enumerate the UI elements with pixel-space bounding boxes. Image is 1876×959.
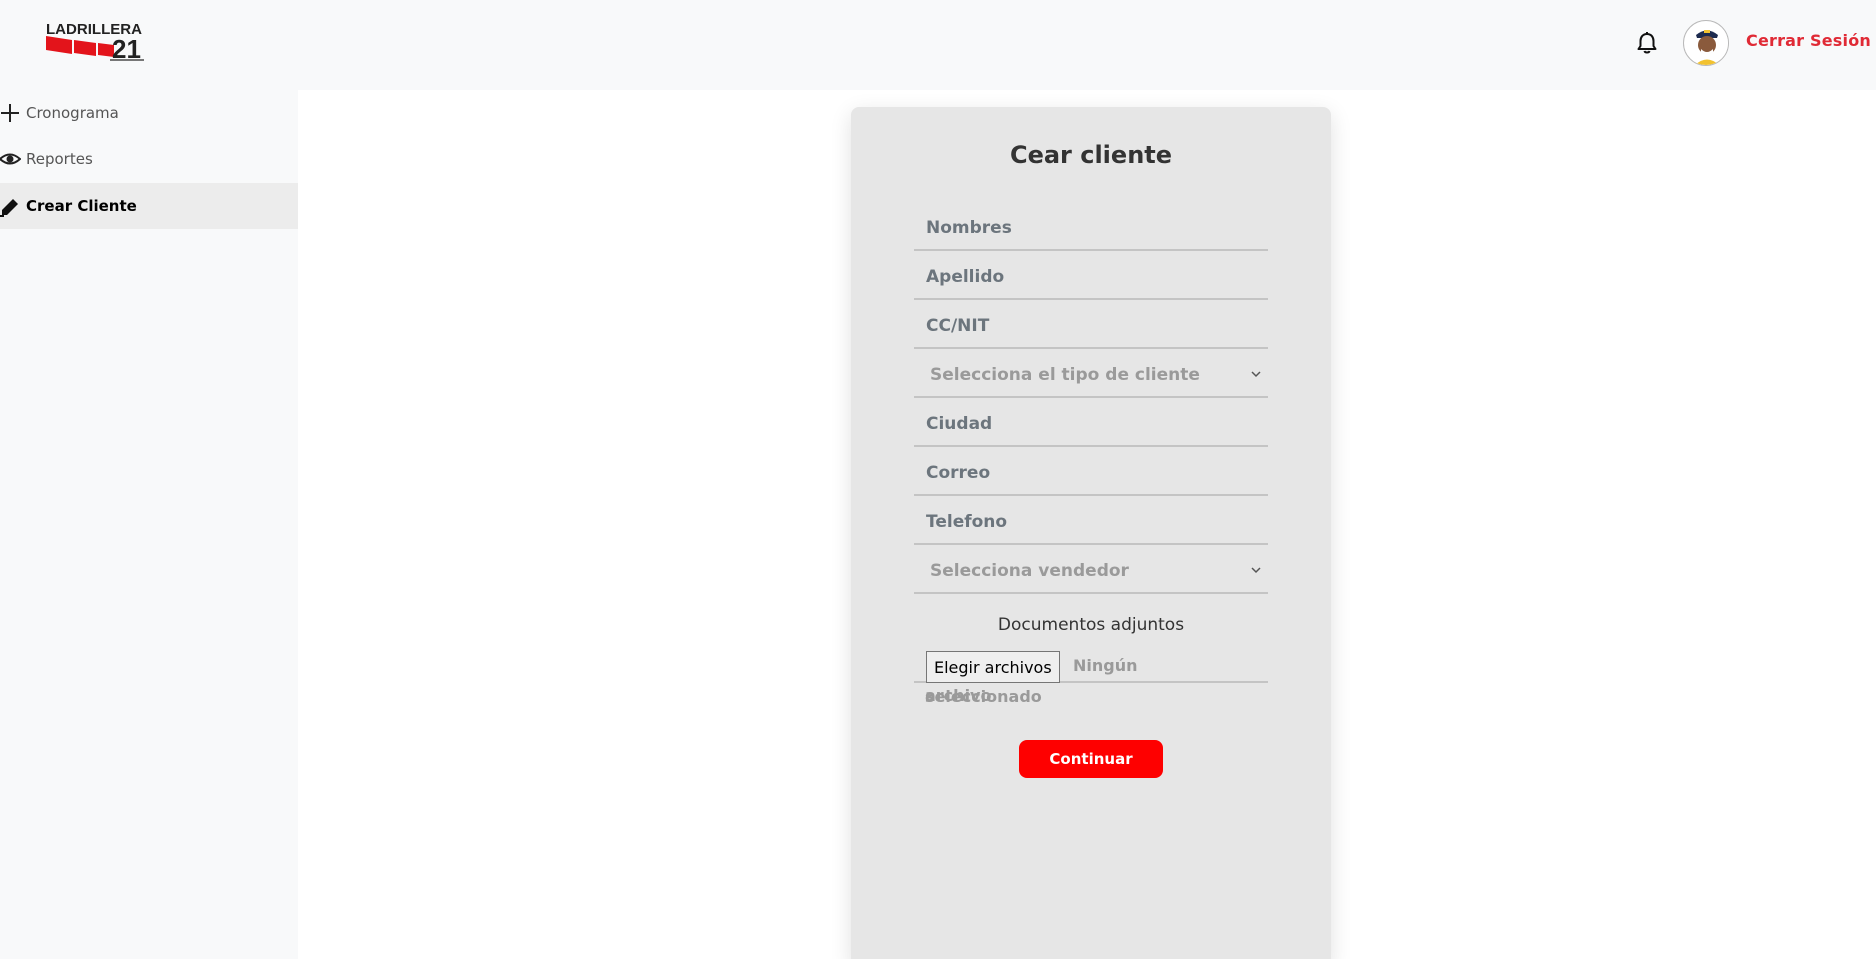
cc-nit-placeholder: CC/NIT — [926, 316, 990, 336]
ciudad-field[interactable]: Ciudad — [914, 399, 1268, 447]
file-status-line2: seleccionado — [925, 687, 1042, 706]
tipo-cliente-placeholder: Selecciona el tipo de cliente — [930, 365, 1200, 385]
nombres-placeholder: Nombres — [926, 218, 1012, 238]
eye-icon — [0, 147, 22, 171]
logout-link[interactable]: Cerrar Sesión — [1746, 31, 1871, 50]
apellido-placeholder: Apellido — [926, 267, 1005, 287]
sidebar: Cronograma Reportes Crear Cliente — [0, 90, 298, 959]
apellido-field[interactable]: Apellido — [914, 252, 1268, 300]
sidebar-item-cronograma[interactable]: Cronograma — [0, 90, 298, 136]
ladrillera-logo[interactable]: LADRILLERA 21 — [44, 18, 150, 64]
vendedor-placeholder: Selecciona vendedor — [930, 561, 1129, 581]
user-avatar[interactable] — [1683, 20, 1729, 66]
correo-field[interactable]: Correo — [914, 448, 1268, 496]
sidebar-item-crear-cliente[interactable]: Crear Cliente — [0, 183, 298, 229]
continue-button[interactable]: Continuar — [1019, 740, 1163, 778]
avatar-icon — [1685, 22, 1728, 65]
pencil-icon — [0, 194, 22, 218]
correo-placeholder: Correo — [926, 463, 991, 483]
sidebar-item-label: Reportes — [26, 150, 93, 168]
sidebar-item-label: Crear Cliente — [26, 197, 137, 215]
chevron-down-icon — [1251, 567, 1261, 574]
form-title: Cear cliente — [1009, 141, 1173, 169]
telefono-placeholder: Telefono — [926, 512, 1008, 532]
sidebar-item-reportes[interactable]: Reportes — [0, 136, 298, 182]
nombres-field[interactable]: Nombres — [914, 203, 1268, 251]
sidebar-item-label: Cronograma — [26, 104, 119, 122]
attachments-label: Documentos adjuntos — [997, 615, 1185, 635]
top-bar: LADRILLERA 21 Cerrar Sesión — [0, 0, 1876, 90]
ciudad-placeholder: Ciudad — [926, 414, 993, 434]
chevron-down-icon — [1251, 371, 1261, 378]
bell-icon[interactable] — [1636, 31, 1658, 55]
telefono-field[interactable]: Telefono — [914, 497, 1268, 545]
tipo-cliente-select[interactable]: Selecciona el tipo de cliente — [914, 350, 1268, 398]
cc-nit-field[interactable]: CC/NIT — [914, 301, 1268, 349]
create-client-form: Cear cliente Nombres Apellido CC/NIT Sel… — [851, 107, 1331, 959]
plus-icon — [0, 101, 22, 125]
vendedor-select[interactable]: Selecciona vendedor — [914, 546, 1268, 594]
